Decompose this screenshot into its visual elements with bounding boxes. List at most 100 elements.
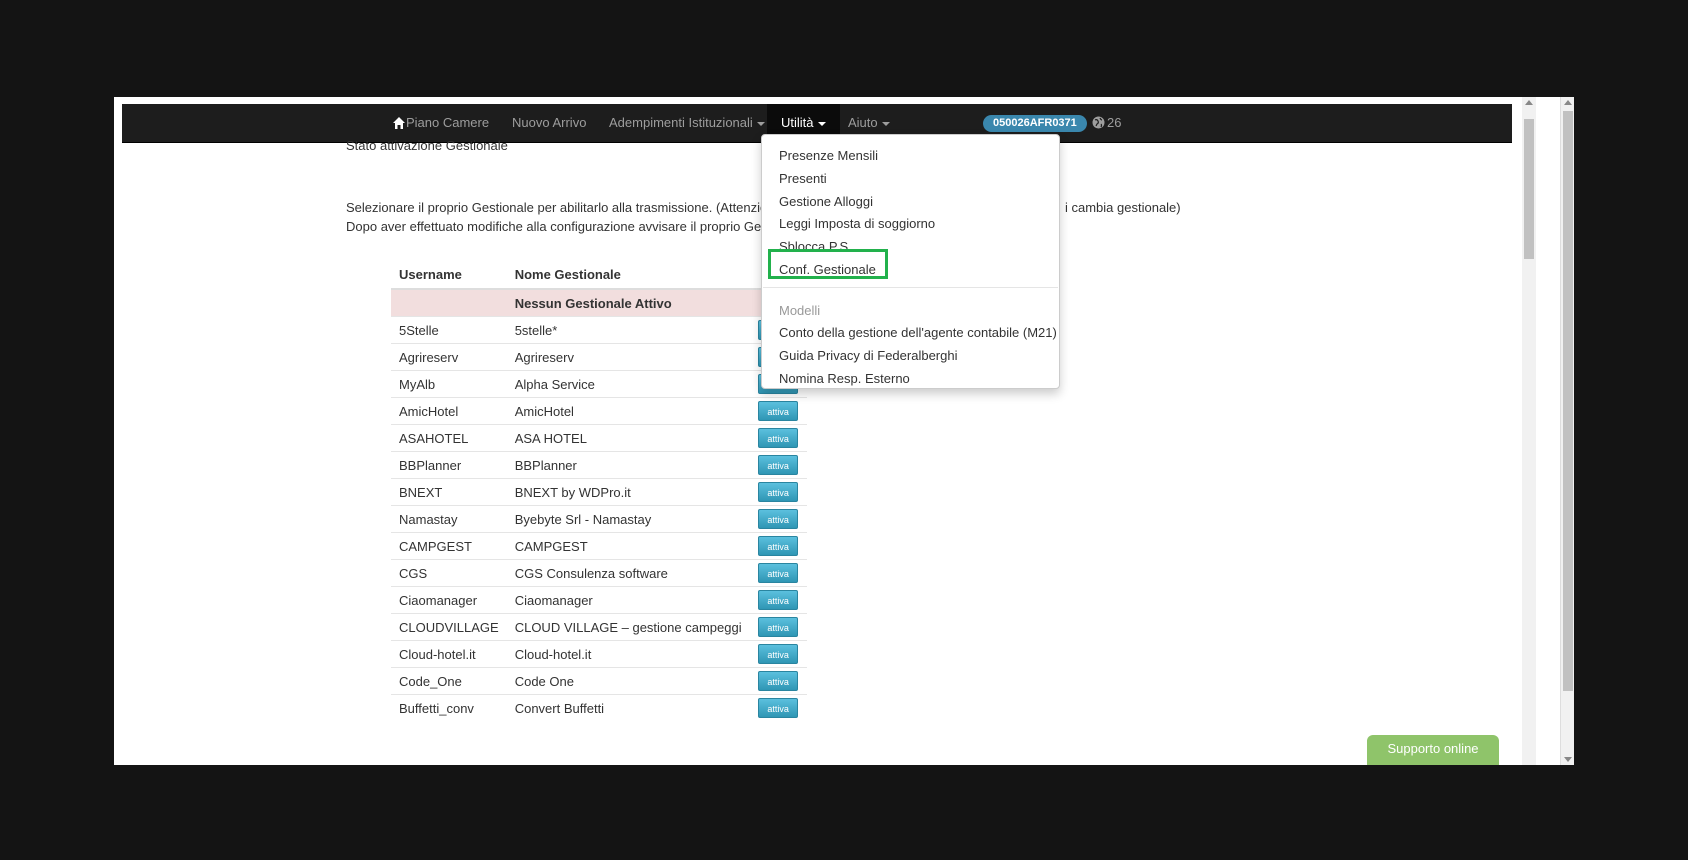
username-cell: Cloud-hotel.it xyxy=(391,640,507,668)
nav-adempimenti-dropdown[interactable]: Adempimenti Istituzionali xyxy=(609,104,765,142)
table-header-row: Username Nome Gestionale xyxy=(391,261,807,290)
nome-gestionale-cell: CAMPGEST xyxy=(506,532,751,560)
action-cell: attiva xyxy=(750,397,807,425)
action-cell: attiva xyxy=(750,532,807,560)
attiva-button[interactable]: attiva xyxy=(758,698,799,718)
nome-gestionale-cell: Agrireserv xyxy=(506,343,751,371)
username-cell: MyAlb xyxy=(391,370,507,398)
nome-gestionale-cell: CGS Consulenza software xyxy=(506,559,751,587)
table-row: AgrireservAgrireservattiva xyxy=(391,343,807,371)
username-cell: Code_One xyxy=(391,667,507,695)
table-cell xyxy=(391,288,507,317)
action-cell: attiva xyxy=(750,478,807,506)
menu-item-modelli-1[interactable]: Conto della gestione dell'agente contabi… xyxy=(779,325,1057,340)
table-row: BNEXT BNEXT by WDPro.it attiva xyxy=(391,478,807,506)
structure-code-badge[interactable]: 050026AFR0371 xyxy=(983,115,1087,132)
table-row: Ciaomanager Ciaomanager attiva xyxy=(391,586,807,614)
instruction-text-1: Selezionare il proprio Gestionale per ab… xyxy=(346,200,782,215)
scroll-up-icon[interactable] xyxy=(1525,100,1533,105)
username-cell: Agrireserv xyxy=(391,343,507,371)
username-cell: BNEXT xyxy=(391,478,507,506)
support-online-button[interactable]: Supporto online xyxy=(1367,735,1499,765)
attiva-button[interactable]: attiva xyxy=(758,509,799,529)
action-cell: attiva xyxy=(750,586,807,614)
table-row: BBPlanner BBPlanner attiva xyxy=(391,451,807,479)
chevron-down-icon xyxy=(817,121,826,126)
username-cell: CGS xyxy=(391,559,507,587)
username-cell: 5Stelle xyxy=(391,316,507,344)
nome-gestionale-cell: BNEXT by WDPro.it xyxy=(506,478,751,506)
window-scroll-thumb[interactable] xyxy=(1563,111,1573,691)
username-cell: CAMPGEST xyxy=(391,532,507,560)
column-header-username: Username xyxy=(391,261,507,290)
nome-gestionale-cell: BBPlanner xyxy=(506,451,751,479)
action-cell: attiva xyxy=(750,640,807,668)
username-cell: AmicHotel xyxy=(391,397,507,425)
menu-header-modelli: Modelli xyxy=(779,303,821,318)
action-cell: attiva xyxy=(750,424,807,452)
attiva-button[interactable]: attiva xyxy=(758,455,799,475)
table-row: Code_One Code One attiva xyxy=(391,667,807,695)
menu-item-leggi-imposta-di-soggiorno[interactable]: Leggi Imposta di soggiorno xyxy=(779,216,935,231)
attiva-button[interactable]: attiva xyxy=(758,482,799,502)
window-scrollbar[interactable] xyxy=(1560,97,1574,765)
username-cell: Ciaomanager xyxy=(391,586,507,614)
page-scroll-thumb[interactable] xyxy=(1524,119,1534,259)
highlight-box xyxy=(768,249,888,279)
action-cell: attiva xyxy=(750,559,807,587)
menu-item-gestione-alloggi[interactable]: Gestione Alloggi xyxy=(779,194,873,209)
action-cell: attiva xyxy=(750,667,807,695)
home-icon[interactable] xyxy=(392,116,406,130)
scroll-up-icon[interactable] xyxy=(1564,100,1572,105)
menu-item-modelli-3[interactable]: Nomina Resp. Esterno xyxy=(779,371,910,386)
attiva-button[interactable]: attiva xyxy=(758,563,799,583)
username-cell: ASAHOTEL xyxy=(391,424,507,452)
nome-gestionale-cell: Cloud-hotel.it xyxy=(506,640,751,668)
globe-icon xyxy=(1092,116,1105,129)
no-active-label: Nessun Gestionale Attivo xyxy=(506,288,751,317)
table-row: CGS CGS Consulenza software attiva xyxy=(391,559,807,587)
action-cell: attiva xyxy=(750,505,807,533)
table-body: Nessun Gestionale Attivo 5Stelle 5stelle*… xyxy=(391,288,807,721)
nome-gestionale-cell: 5stelle* xyxy=(506,316,751,344)
attiva-button[interactable]: attiva xyxy=(758,671,799,691)
scroll-down-icon[interactable] xyxy=(1564,757,1572,762)
action-cell: attiva xyxy=(750,451,807,479)
attiva-button[interactable]: attiva xyxy=(758,590,799,610)
attiva-button[interactable]: attiva xyxy=(758,536,799,556)
menu-item-presenze-mensili[interactable]: Presenze Mensili xyxy=(779,148,878,163)
nav-aiuto-label: Aiuto xyxy=(848,115,878,130)
chevron-down-icon xyxy=(756,121,765,126)
nav-nuovo-arrivo[interactable]: Nuovo Arrivo xyxy=(512,104,586,142)
menu-divider xyxy=(763,287,1058,288)
chevron-down-icon xyxy=(881,121,890,126)
nav-piano-camere[interactable]: Piano Camere xyxy=(406,104,489,142)
no-active-row: Nessun Gestionale Attivo xyxy=(391,288,807,317)
gestionali-table: Username Nome Gestionale Nessun Gestiona… xyxy=(391,261,807,721)
username-cell: Buffetti_conv xyxy=(391,694,507,721)
table-row: MyAlbAlpha Serviceattiva xyxy=(391,370,807,398)
username-cell: CLOUDVILLAGE xyxy=(391,613,507,641)
browser-viewport: Piano Camere Nuovo Arrivo Adempimenti Is… xyxy=(114,97,1574,765)
nav-utilita-label: Utilità xyxy=(781,115,814,130)
menu-item-modelli-2[interactable]: Guida Privacy di Federalberghi xyxy=(779,348,957,363)
nome-gestionale-cell: Byebyte Srl - Namastay xyxy=(506,505,751,533)
table-row: ASAHOTEL ASA HOTEL attiva xyxy=(391,424,807,452)
menu-item-presenti[interactable]: Presenti xyxy=(779,171,827,186)
username-cell: Namastay xyxy=(391,505,507,533)
attiva-button[interactable]: attiva xyxy=(758,401,799,421)
attiva-button[interactable]: attiva xyxy=(758,428,799,448)
username-cell: BBPlanner xyxy=(391,451,507,479)
attiva-button[interactable]: attiva xyxy=(758,644,799,664)
online-count: 26 xyxy=(1107,115,1122,130)
nome-gestionale-cell: Code One xyxy=(506,667,751,695)
page-scrollbar[interactable] xyxy=(1522,97,1536,765)
attiva-button[interactable]: attiva xyxy=(758,617,799,637)
instruction-text-2: Dopo aver effettuato modifiche alla conf… xyxy=(346,219,782,234)
table-row: CAMPGEST CAMPGEST attiva xyxy=(391,532,807,560)
table-row: Buffetti_conv Convert Buffetti attiva xyxy=(391,694,807,721)
table-row: Cloud-hotel.it Cloud-hotel.it attiva xyxy=(391,640,807,668)
table-row: CLOUDVILLAGE CLOUD VILLAGE – gestione cam… xyxy=(391,613,807,641)
nome-gestionale-cell: CLOUD VILLAGE – gestione campeggi xyxy=(506,613,751,641)
nome-gestionale-cell: Convert Buffetti xyxy=(506,694,751,721)
